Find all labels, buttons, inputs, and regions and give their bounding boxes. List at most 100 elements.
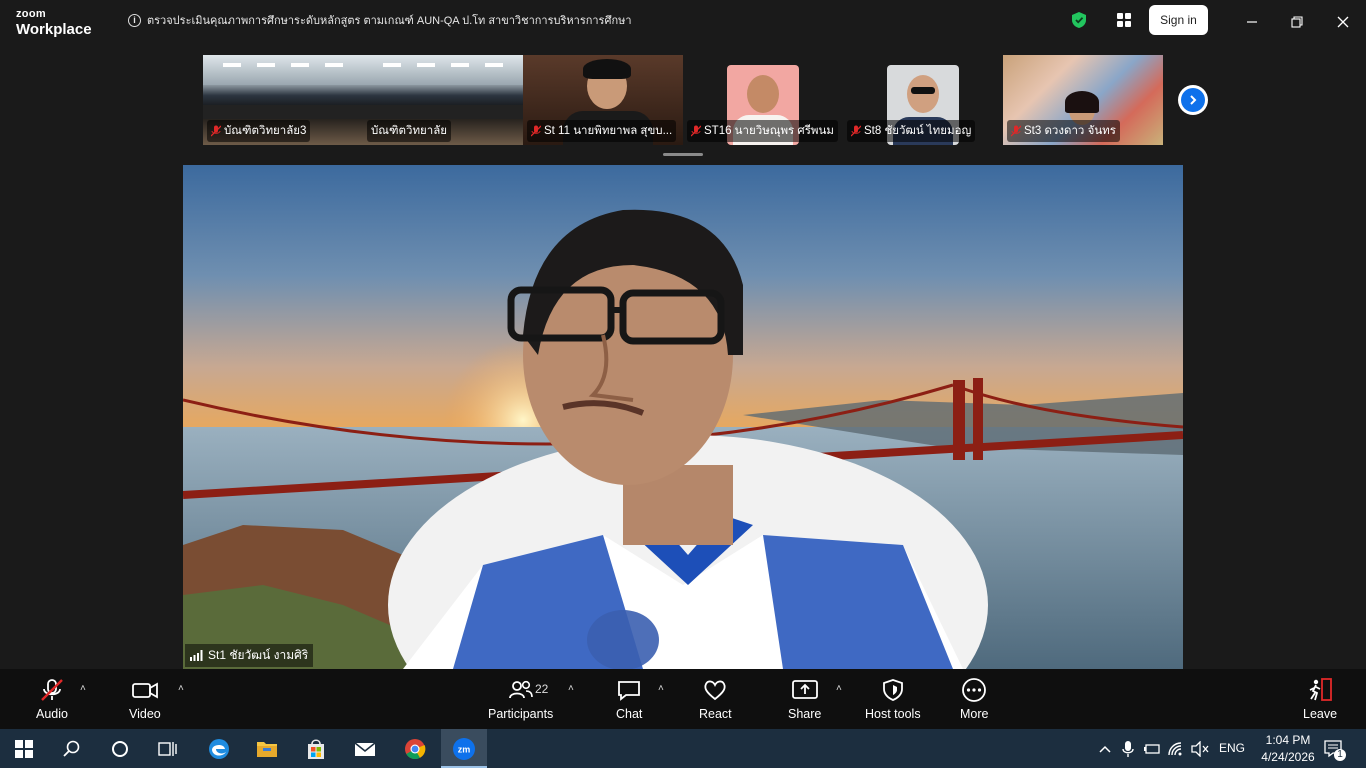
task-view-icon[interactable] xyxy=(156,737,180,761)
restore-button[interactable] xyxy=(1285,10,1309,34)
participant-thumbnail[interactable]: St8 ชัยวัฒน์ ไทยมอญ xyxy=(843,55,1003,145)
zoom-app-icon[interactable]: zm xyxy=(452,737,476,761)
shield-icon xyxy=(882,679,903,701)
clock-time[interactable]: 1:04 PM xyxy=(1262,733,1314,747)
video-button[interactable]: Video xyxy=(129,677,161,721)
participants-icon xyxy=(508,680,533,699)
windows-start-icon[interactable] xyxy=(12,737,36,761)
edge-browser-icon[interactable] xyxy=(207,737,231,761)
apps-grid-icon[interactable] xyxy=(1116,12,1132,33)
participant-label: บัณฑิตวิทยาลัย3 xyxy=(207,120,311,142)
room-table xyxy=(363,105,523,119)
participant-name: บัณฑิตวิทยาลัย3 xyxy=(224,125,307,137)
gallery-resize-handle[interactable] xyxy=(663,153,703,156)
participants-label: Participants xyxy=(488,707,554,721)
sign-in-button[interactable]: Sign in xyxy=(1149,5,1208,35)
microphone-tray-icon[interactable] xyxy=(1116,737,1140,761)
cortana-icon[interactable] xyxy=(108,737,132,761)
participant-name: St3 ดวงดาว จันทร xyxy=(1024,125,1116,137)
participant-name: บัณฑิตวิทยาลัย xyxy=(371,125,448,137)
share-label: Share xyxy=(788,707,822,721)
room-lights xyxy=(383,63,503,67)
participant-thumbnail[interactable]: บัณฑิตวิทยาลัย xyxy=(363,55,523,145)
meeting-title: ตรวจประเมินคุณภาพการศึกษาระดับหลักสูตร ต… xyxy=(147,15,632,27)
leave-door-icon xyxy=(1309,678,1332,701)
meeting-toolbar: Audio ˄ Video ˄ Participants 22 ˄ Chat ˄… xyxy=(0,669,1366,729)
heart-icon xyxy=(704,680,726,701)
file-explorer-icon[interactable] xyxy=(255,737,279,761)
muted-mic-icon xyxy=(691,125,701,137)
more-label: More xyxy=(960,707,989,721)
zoom-workplace-logo: zoom Workplace xyxy=(16,8,92,38)
audio-label: Audio xyxy=(36,707,68,721)
minimize-button[interactable] xyxy=(1240,10,1264,34)
svg-text:zm: zm xyxy=(458,745,471,755)
video-scene xyxy=(183,209,1183,669)
mail-icon[interactable] xyxy=(353,737,377,761)
active-speaker-video[interactable]: St1 ชัยวัฒน์ งามศิริ xyxy=(183,165,1183,669)
title-bar: zoom Workplace i ตรวจประเมินคุณภาพการศึก… xyxy=(0,0,1366,44)
video-label: Video xyxy=(129,707,161,721)
clock-date[interactable]: 4/24/2026 xyxy=(1252,750,1324,764)
audio-options-caret-icon[interactable]: ˄ xyxy=(80,683,86,694)
encryption-shield-icon[interactable] xyxy=(1071,11,1087,34)
meeting-info[interactable]: i ตรวจประเมินคุณภาพการศึกษาระดับหลักสูตร… xyxy=(128,11,632,29)
participants-options-caret-icon[interactable]: ˄ xyxy=(568,683,574,694)
muted-mic-icon xyxy=(531,125,541,137)
participant-thumbnail[interactable]: St 11 นายพิทยาพล สุขบ... xyxy=(523,55,683,145)
share-button[interactable]: Share xyxy=(788,677,821,721)
muted-mic-icon xyxy=(211,125,221,137)
participant-name: St 11 นายพิทยาพล สุขบ... xyxy=(544,125,673,137)
participant-hair xyxy=(1065,91,1099,113)
participant-thumbnail[interactable]: St3 ดวงดาว จันทร xyxy=(1003,55,1163,145)
windows-taskbar: zm ENG 1:04 PM 4/24/2026 1 xyxy=(0,729,1366,768)
react-button[interactable]: React xyxy=(699,677,732,721)
brand-top: zoom xyxy=(16,8,46,20)
participant-thumbnail[interactable]: บัณฑิตวิทยาลัย3 xyxy=(203,55,363,145)
leave-button[interactable]: Leave xyxy=(1303,677,1337,721)
battery-icon[interactable] xyxy=(1140,737,1164,761)
host-tools-label: Host tools xyxy=(865,707,921,721)
speaker-name: St1 ชัยวัฒน์ งามศิริ xyxy=(208,648,309,662)
participant-label: St8 ชัยวัฒน์ ไทยมอญ xyxy=(847,120,976,142)
speaker-label: St1 ชัยวัฒน์ งามศิริ xyxy=(185,644,314,667)
room-ceiling xyxy=(363,55,523,85)
profile-face xyxy=(907,75,939,113)
react-label: React xyxy=(699,707,732,721)
wifi-icon[interactable] xyxy=(1164,737,1188,761)
profile-sunglasses xyxy=(911,87,935,94)
connection-signal-icon xyxy=(190,650,203,661)
close-button[interactable] xyxy=(1331,10,1355,34)
chevron-right-icon xyxy=(1181,88,1205,112)
more-button[interactable]: More xyxy=(960,677,988,721)
language-indicator[interactable]: ENG xyxy=(1219,741,1245,755)
video-camera-icon xyxy=(131,682,158,699)
share-screen-icon xyxy=(791,680,818,699)
audio-button[interactable]: Audio xyxy=(36,677,68,721)
leave-label: Leave xyxy=(1303,707,1338,721)
muted-mic-icon xyxy=(851,125,861,137)
info-icon[interactable]: i xyxy=(128,13,141,27)
chevron-up-icon[interactable] xyxy=(1093,737,1117,761)
video-options-caret-icon[interactable]: ˄ xyxy=(178,683,184,694)
chat-label: Chat xyxy=(616,707,643,721)
chat-options-caret-icon[interactable]: ˄ xyxy=(658,683,664,694)
microsoft-store-icon[interactable] xyxy=(304,737,328,761)
speaker-muted-icon[interactable] xyxy=(1188,737,1212,761)
chat-button[interactable]: Chat xyxy=(616,677,642,721)
participant-label: St3 ดวงดาว จันทร xyxy=(1007,120,1120,142)
brand-bottom: Workplace xyxy=(16,21,92,38)
participant-name: St8 ชัยวัฒน์ ไทยมอญ xyxy=(864,125,972,137)
more-dots-icon xyxy=(962,678,987,702)
chrome-icon[interactable] xyxy=(403,737,427,761)
profile-face xyxy=(747,75,779,113)
participant-name: ST16 นายวิษณุพร ศรีพนม xyxy=(704,125,834,137)
participant-thumbnail[interactable]: ST16 นายวิษณุพร ศรีพนม xyxy=(683,55,843,145)
muted-mic-icon xyxy=(1011,125,1021,137)
participant-hair xyxy=(583,59,631,79)
host-tools-button[interactable]: Host tools xyxy=(865,677,921,721)
share-options-caret-icon[interactable]: ˄ xyxy=(836,683,842,694)
room-ceiling xyxy=(203,55,363,85)
next-page-button[interactable] xyxy=(1178,85,1208,115)
search-icon[interactable] xyxy=(60,737,84,761)
